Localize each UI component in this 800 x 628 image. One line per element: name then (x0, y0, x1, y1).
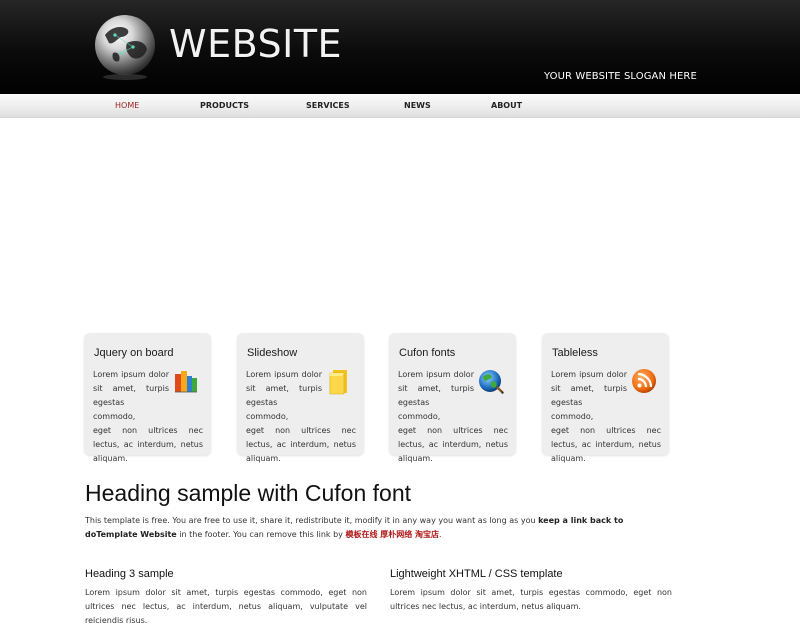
column-heading-left: Heading 3 sample (85, 568, 174, 580)
feature-title: Jquery on board (94, 347, 174, 359)
header: WEBSITE YOUR WEBSITE SLOGAN HERE (0, 0, 800, 94)
credit-link[interactable]: 模板在线 厚朴网络 淘宝店 (345, 530, 439, 539)
page-heading: Heading sample with Cufon font (85, 480, 412, 506)
feature-text: Lorem ipsum dolor sit amet, turpis egest… (246, 370, 356, 463)
nav-products[interactable]: PRODUCTS (200, 94, 249, 118)
nav-about[interactable]: ABOUT (491, 94, 522, 118)
feature-box-cufon: Cufon fonts Lorem ipsum dolor sit amet, … (389, 333, 516, 463)
nav-home[interactable]: HOME (115, 94, 139, 118)
globe-logo-icon[interactable] (91, 13, 159, 81)
feature-text: Lorem ipsum dolor sit amet, turpis egest… (551, 370, 661, 463)
column-heading-right: Lightweight XHTML / CSS template (390, 568, 563, 580)
column-text-right: Lorem ipsum dolor sit amet, turpis egest… (390, 588, 672, 611)
nav-news[interactable]: NEWS (404, 94, 431, 118)
feature-title: Tableless (552, 347, 598, 359)
feature-box-slideshow: Slideshow Lorem ipsum dolor sit amet, tu… (237, 333, 364, 463)
column-text-left: Lorem ipsum dolor sit amet, turpis egest… (85, 588, 367, 625)
feature-title: Slideshow (247, 347, 298, 359)
nav-services[interactable]: SERVICES (306, 94, 350, 118)
feature-box-tableless: Tableless Lorem ipsum dolor sit amet, tu… (542, 333, 669, 463)
logo-text[interactable]: WEBSITE (169, 22, 342, 66)
feature-box-jquery: Jquery on board Lorem ipsum dolor sit am… (84, 333, 211, 463)
feature-text: Lorem ipsum dolor sit amet, turpis egest… (93, 370, 203, 463)
main-navigation: HOME PRODUCTS SERVICES NEWS ABOUT (0, 94, 800, 118)
feature-text: Lorem ipsum dolor sit amet, turpis egest… (398, 370, 508, 463)
feature-title: Cufon fonts (399, 347, 456, 359)
intro-paragraph: This template is free. You are free to u… (85, 516, 624, 539)
site-slogan: YOUR WEBSITE SLOGAN HERE (544, 71, 697, 82)
